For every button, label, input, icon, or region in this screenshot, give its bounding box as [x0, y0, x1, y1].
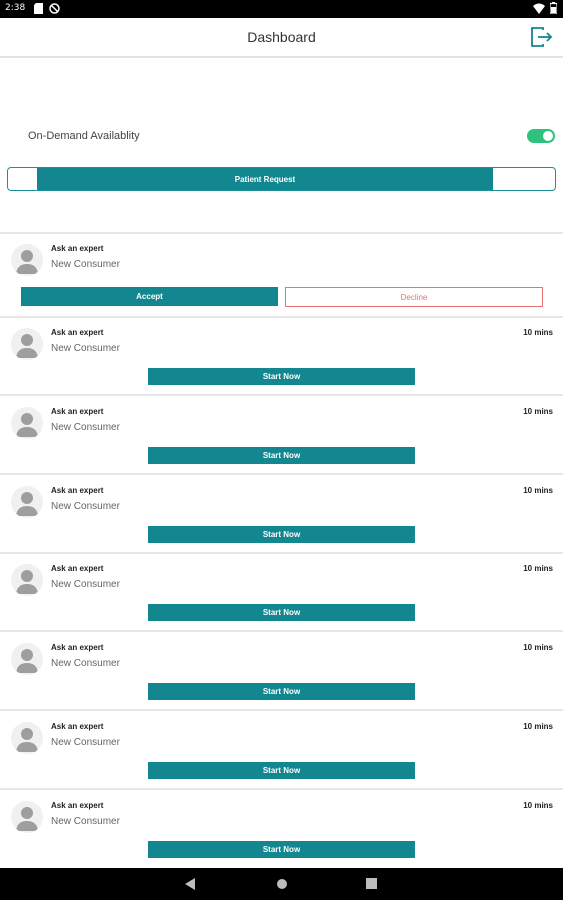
user-icon — [16, 807, 38, 831]
session-category: Ask an expert — [51, 643, 104, 652]
avatar — [11, 486, 43, 518]
status-time: 2:38 — [5, 3, 26, 13]
divider — [0, 394, 563, 396]
request-segment-control: Patient Request — [7, 167, 556, 191]
battery-icon — [550, 2, 557, 14]
start-now-button[interactable]: Start Now — [148, 526, 415, 543]
status-bar: 2:38 — [0, 0, 563, 18]
session-category: Ask an expert — [51, 564, 104, 573]
divider — [0, 788, 563, 790]
session-name: New Consumer — [51, 343, 120, 354]
start-now-button[interactable]: Start Now — [148, 604, 415, 621]
user-icon — [16, 570, 38, 594]
page-title: Dashboard — [247, 29, 316, 45]
toggle-knob — [543, 131, 553, 141]
session-category: Ask an expert — [51, 486, 104, 495]
decline-button[interactable]: Decline — [285, 287, 543, 307]
session-card: Ask an expert New Consumer 10 mins Start No… — [0, 397, 563, 474]
sd-card-icon — [34, 3, 43, 14]
session-duration: 10 mins — [523, 722, 553, 731]
divider — [0, 709, 563, 711]
logout-icon[interactable] — [529, 26, 553, 48]
session-duration: 10 mins — [523, 486, 553, 495]
session-category: Ask an expert — [51, 801, 104, 810]
session-duration: 10 mins — [523, 564, 553, 573]
app-bar: Dashboard — [0, 18, 563, 58]
session-category: Ask an expert — [51, 328, 104, 337]
avatar — [11, 643, 43, 675]
user-icon — [16, 492, 38, 516]
session-name: New Consumer — [51, 501, 120, 512]
divider — [0, 630, 563, 632]
avatar — [11, 244, 43, 276]
session-card: Ask an expert New Consumer 10 mins Start No… — [0, 554, 563, 631]
request-category: Ask an expert — [51, 244, 104, 253]
tab-patient-request[interactable]: Patient Request — [37, 168, 493, 190]
start-now-button[interactable]: Start Now — [148, 841, 415, 858]
session-card: Ask an expert New Consumer 10 mins Start No… — [0, 476, 563, 553]
divider — [0, 473, 563, 475]
accept-button[interactable]: Accept — [21, 287, 278, 306]
session-card: Ask an expert New Consumer 10 mins Start No… — [0, 318, 563, 395]
session-name: New Consumer — [51, 579, 120, 590]
avatar — [11, 564, 43, 596]
user-icon — [16, 413, 38, 437]
start-now-button[interactable]: Start Now — [148, 447, 415, 464]
request-card: Ask an expert New Consumer Accept Declin… — [0, 234, 563, 318]
session-category: Ask an expert — [51, 722, 104, 731]
session-card: Ask an expert New Consumer 10 mins Start No… — [0, 633, 563, 710]
start-now-button[interactable]: Start Now — [148, 762, 415, 779]
avatar — [11, 801, 43, 833]
segment-left[interactable] — [8, 168, 36, 190]
session-category: Ask an expert — [51, 407, 104, 416]
session-name: New Consumer — [51, 737, 120, 748]
session-duration: 10 mins — [523, 801, 553, 810]
user-icon — [16, 334, 38, 358]
availability-label: On-Demand Availablity — [28, 130, 140, 142]
session-card: Ask an expert New Consumer 10 mins Start No… — [0, 791, 563, 868]
start-now-button[interactable]: Start Now — [148, 683, 415, 700]
session-name: New Consumer — [51, 658, 120, 669]
user-icon — [16, 250, 38, 274]
availability-toggle[interactable] — [527, 129, 555, 143]
session-name: New Consumer — [51, 422, 120, 433]
user-icon — [16, 728, 38, 752]
back-icon[interactable] — [185, 878, 195, 890]
wifi-icon — [533, 3, 545, 14]
status-right — [533, 2, 557, 14]
avatar — [11, 722, 43, 754]
session-name: New Consumer — [51, 816, 120, 827]
session-duration: 10 mins — [523, 407, 553, 416]
home-icon[interactable] — [276, 878, 288, 890]
avatar — [11, 407, 43, 439]
navigation-bar — [0, 868, 563, 900]
session-duration: 10 mins — [523, 328, 553, 337]
segment-right[interactable] — [494, 168, 555, 190]
user-icon — [16, 649, 38, 673]
start-now-button[interactable]: Start Now — [148, 368, 415, 385]
recents-icon[interactable] — [366, 878, 377, 889]
no-entry-icon — [49, 3, 60, 14]
session-duration: 10 mins — [523, 643, 553, 652]
session-card: Ask an expert New Consumer 10 mins Start No… — [0, 712, 563, 789]
request-name: New Consumer — [51, 259, 120, 270]
avatar — [11, 328, 43, 360]
